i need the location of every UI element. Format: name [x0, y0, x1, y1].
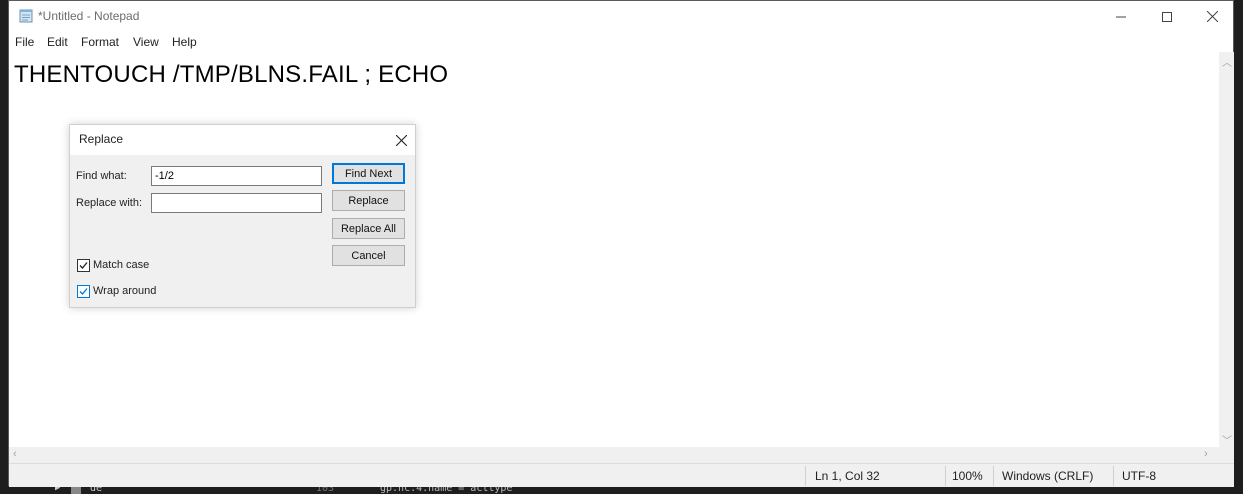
find-next-button[interactable]: Find Next [332, 163, 405, 184]
menu-file[interactable]: File [15, 35, 34, 49]
menu-edit[interactable]: Edit [47, 35, 68, 49]
replace-with-label: Replace with: [76, 197, 143, 209]
dialog-title: Replace [79, 132, 124, 146]
replace-dialog: Replace Find what: Replace with: Find Ne… [69, 124, 416, 308]
minimize-button[interactable] [1098, 1, 1144, 32]
replace-all-button[interactable]: Replace All [332, 218, 405, 239]
cancel-button[interactable]: Cancel [332, 245, 405, 266]
find-what-label: Find what: [76, 170, 127, 182]
scroll-down-icon[interactable]: ﹀ [1222, 432, 1232, 447]
status-separator [993, 466, 994, 486]
status-cursor-position: Ln 1, Col 32 [815, 469, 880, 483]
status-separator [1113, 466, 1114, 486]
folder-icon [71, 486, 81, 494]
status-zoom: 100% [952, 469, 983, 483]
replace-button[interactable]: Replace [332, 190, 405, 211]
wrap-around-checkbox[interactable] [77, 285, 90, 298]
close-icon [1206, 11, 1218, 22]
title-bar[interactable]: *Untitled - Notepad [9, 1, 1233, 32]
replace-with-input[interactable] [151, 193, 322, 213]
status-separator [945, 466, 946, 486]
menu-bar: File Edit Format View Help [9, 32, 1233, 52]
close-icon [395, 134, 407, 146]
menu-help[interactable]: Help [172, 35, 197, 49]
maximize-icon [1162, 11, 1172, 22]
menu-format[interactable]: Format [81, 35, 119, 49]
scroll-up-icon[interactable]: ︿ [1222, 54, 1232, 69]
status-bar: Ln 1, Col 32 100% Windows (CRLF) UTF-8 [9, 463, 1234, 487]
vertical-scrollbar[interactable]: ︿ ﹀ [1219, 52, 1234, 447]
background-editor-bottom: ▶ de 103 gp.nc.4.name = acttype [0, 483, 1243, 494]
checkmark-icon [79, 288, 88, 295]
dialog-close-button[interactable] [392, 131, 410, 149]
notepad-app-icon [19, 9, 33, 23]
window-title: *Untitled - Notepad [38, 9, 140, 23]
scroll-left-icon[interactable]: ‹ [13, 448, 17, 460]
match-case-label[interactable]: Match case [93, 259, 149, 271]
status-separator [805, 466, 806, 486]
background-editor-strip [0, 0, 8, 494]
status-encoding: UTF-8 [1122, 469, 1156, 483]
status-line-ending: Windows (CRLF) [1002, 469, 1094, 483]
checkmark-icon [79, 262, 88, 269]
editor-text[interactable]: THENTOUCH /TMP/BLNS.FAIL ; ECHO [14, 61, 448, 89]
horizontal-scrollbar[interactable]: ‹ › [9, 447, 1219, 463]
minimize-icon [1116, 16, 1126, 17]
find-what-input[interactable] [151, 166, 322, 186]
close-button[interactable] [1189, 1, 1235, 32]
dialog-title-bar[interactable]: Replace [70, 125, 415, 155]
menu-view[interactable]: View [133, 35, 159, 49]
maximize-button[interactable] [1144, 1, 1190, 32]
scroll-right-icon[interactable]: › [1204, 448, 1208, 460]
scrollbar-corner [1219, 447, 1234, 463]
wrap-around-label[interactable]: Wrap around [93, 285, 156, 297]
match-case-checkbox[interactable] [77, 259, 90, 272]
